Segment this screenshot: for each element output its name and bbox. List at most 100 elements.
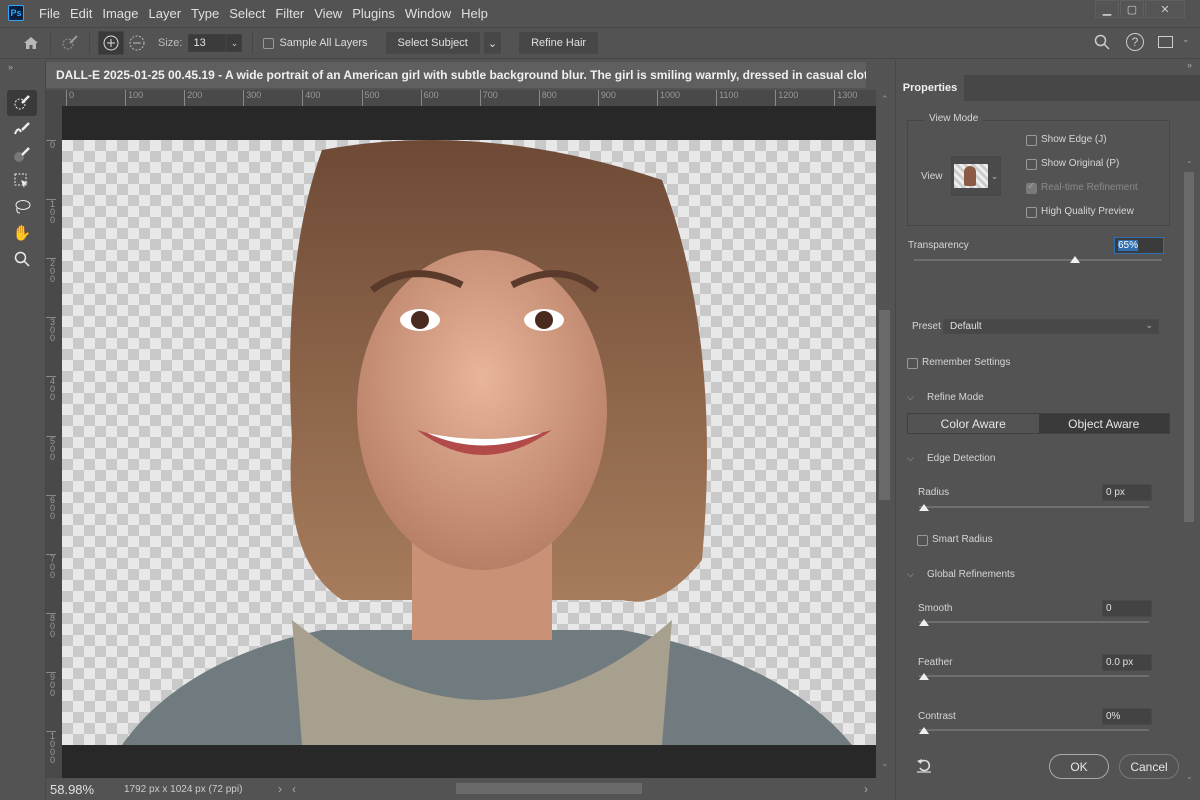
h-ruler-tick: 800: [538, 90, 557, 106]
radius-slider-track[interactable]: [919, 506, 1149, 508]
color-aware-button[interactable]: Color Aware: [908, 414, 1039, 433]
brush-tool-icon[interactable]: [7, 142, 37, 168]
close-window-button[interactable]: ✕: [1145, 0, 1185, 18]
show-original-checkbox[interactable]: [1026, 159, 1037, 170]
view-mode-selector[interactable]: ⌄: [951, 156, 1001, 196]
transparency-input[interactable]: 65%: [1114, 237, 1164, 254]
document-image[interactable]: [62, 140, 876, 745]
remember-settings-checkbox[interactable]: [907, 358, 918, 369]
show-edge-checkbox[interactable]: [1026, 135, 1037, 146]
help-icon[interactable]: ?: [1126, 33, 1144, 51]
menu-plugins[interactable]: Plugins: [347, 6, 400, 21]
tools-panel: » ✋: [0, 60, 46, 800]
properties-scrollbar[interactable]: ⌃ ⌄: [1183, 160, 1195, 800]
horizontal-ruler[interactable]: 0 100 200 300 400 500 600 700 800 900 1000 1100 1200…: [62, 90, 876, 106]
scroll-up-icon[interactable]: ⌃: [881, 94, 889, 105]
subtract-from-selection-icon[interactable]: [124, 31, 150, 55]
properties-scroll-thumb[interactable]: [1184, 172, 1194, 522]
select-subject-button[interactable]: Select Subject: [385, 32, 480, 54]
scroll-down-icon[interactable]: ⌄: [881, 758, 889, 769]
smooth-slider-track[interactable]: [919, 621, 1149, 623]
zoom-tool-icon[interactable]: [7, 246, 37, 272]
preset-dropdown[interactable]: Default ⌄: [943, 319, 1159, 334]
feather-input[interactable]: 0.0 px: [1102, 654, 1152, 671]
workspace-icon[interactable]: [1158, 36, 1173, 48]
menu-layer[interactable]: Layer: [144, 6, 187, 21]
collapse-panel-icon[interactable]: »: [0, 60, 45, 90]
object-aware-button[interactable]: Object Aware: [1038, 414, 1169, 433]
menu-window[interactable]: Window: [400, 6, 456, 21]
h-ruler-tick: 100: [125, 90, 143, 106]
smart-radius-checkbox[interactable]: [917, 535, 928, 546]
minimize-button[interactable]: ▁: [1095, 0, 1119, 18]
refine-mode-header[interactable]: ⌵ Refine Mode: [907, 392, 984, 403]
transparency-slider-track[interactable]: [914, 259, 1162, 261]
v-ruler-tick: 900: [46, 671, 56, 697]
realtime-refinement-checkbox[interactable]: [1026, 181, 1037, 194]
size-dropdown-icon[interactable]: ⌄: [226, 34, 243, 52]
select-subject-dropdown-icon[interactable]: ⌄: [483, 32, 502, 54]
menu-view[interactable]: View: [309, 6, 347, 21]
home-icon[interactable]: [18, 31, 44, 55]
contrast-slider-thumb[interactable]: [919, 727, 929, 734]
view-mode-dropdown-icon[interactable]: ⌄: [988, 157, 1000, 195]
menu-edit[interactable]: Edit: [65, 6, 97, 21]
collapse-properties-icon[interactable]: »: [1187, 60, 1192, 70]
menu-file[interactable]: File: [34, 6, 65, 21]
chevron-down-icon: ⌵: [907, 453, 914, 463]
radius-input[interactable]: 0 px: [1102, 484, 1152, 501]
global-refinements-header[interactable]: ⌵ Global Refinements: [907, 569, 1015, 580]
size-input[interactable]: 13: [188, 34, 227, 52]
properties-scroll-down-icon[interactable]: ⌄: [1186, 772, 1193, 781]
contrast-slider-track[interactable]: [919, 729, 1149, 731]
radius-slider-thumb[interactable]: [919, 504, 929, 511]
quick-selection-tool-preset-icon[interactable]: [57, 31, 83, 55]
scroll-left-icon[interactable]: ‹: [292, 782, 296, 796]
document-info: 1792 px x 1024 px (72 ppi): [124, 783, 243, 795]
transparency-slider-thumb[interactable]: [1070, 256, 1081, 263]
menu-type[interactable]: Type: [186, 6, 224, 21]
menu-image[interactable]: Image: [97, 6, 143, 21]
document-tab[interactable]: DALL-E 2025-01-25 00.45.19 - A wide port…: [46, 62, 866, 88]
contrast-input[interactable]: 0%: [1102, 708, 1152, 725]
feather-label: Feather: [918, 657, 953, 668]
workspace-dropdown-icon[interactable]: ⌄: [1182, 34, 1190, 45]
refine-edge-brush-icon[interactable]: [7, 116, 37, 142]
edge-detection-header[interactable]: ⌵ Edge Detection: [907, 453, 995, 464]
canvas-vertical-scrollbar[interactable]: ⌃ ⌄: [876, 90, 894, 778]
scroll-right-icon[interactable]: ›: [864, 782, 868, 796]
maximize-button[interactable]: ▢: [1120, 0, 1144, 18]
h-ruler-tick: 900: [597, 90, 616, 106]
smooth-input[interactable]: 0: [1102, 600, 1152, 617]
ruler-origin[interactable]: [46, 90, 62, 106]
feather-slider-thumb[interactable]: [919, 673, 929, 680]
vertical-scroll-thumb[interactable]: [879, 310, 890, 500]
h-ruler-tick: 1100: [716, 90, 738, 106]
zoom-level[interactable]: 58.98%: [50, 782, 110, 797]
search-icon[interactable]: [1094, 34, 1110, 53]
feather-slider-track[interactable]: [919, 675, 1149, 677]
menu-filter[interactable]: Filter: [270, 6, 309, 21]
ok-button[interactable]: OK: [1049, 754, 1109, 779]
object-selection-tool-icon[interactable]: [7, 168, 37, 194]
horizontal-scroll-thumb[interactable]: [456, 783, 642, 794]
add-to-selection-icon[interactable]: [98, 31, 124, 55]
quick-selection-tool-icon[interactable]: [7, 90, 37, 116]
tab-properties[interactable]: Properties: [896, 75, 964, 101]
smooth-slider-thumb[interactable]: [919, 619, 929, 626]
status-menu-icon[interactable]: ›: [278, 782, 282, 796]
lasso-tool-icon[interactable]: [7, 194, 37, 220]
sample-all-layers-checkbox[interactable]: [263, 37, 275, 49]
refine-hair-button[interactable]: Refine Hair: [519, 32, 599, 54]
h-ruler-tick: 700: [479, 90, 498, 106]
reset-icon[interactable]: [916, 757, 932, 776]
hand-tool-icon[interactable]: ✋: [7, 220, 37, 246]
high-quality-preview-checkbox[interactable]: [1026, 207, 1037, 218]
menu-select[interactable]: Select: [224, 6, 270, 21]
canvas[interactable]: [62, 106, 876, 778]
cancel-button[interactable]: Cancel: [1119, 754, 1179, 779]
menu-help[interactable]: Help: [456, 6, 493, 21]
vertical-ruler[interactable]: 0 100 200 300 400 500 600 700 800 900 1000: [46, 106, 62, 778]
h-ruler-tick: 1300: [834, 90, 857, 106]
properties-scroll-up-icon[interactable]: ⌃: [1186, 160, 1193, 169]
